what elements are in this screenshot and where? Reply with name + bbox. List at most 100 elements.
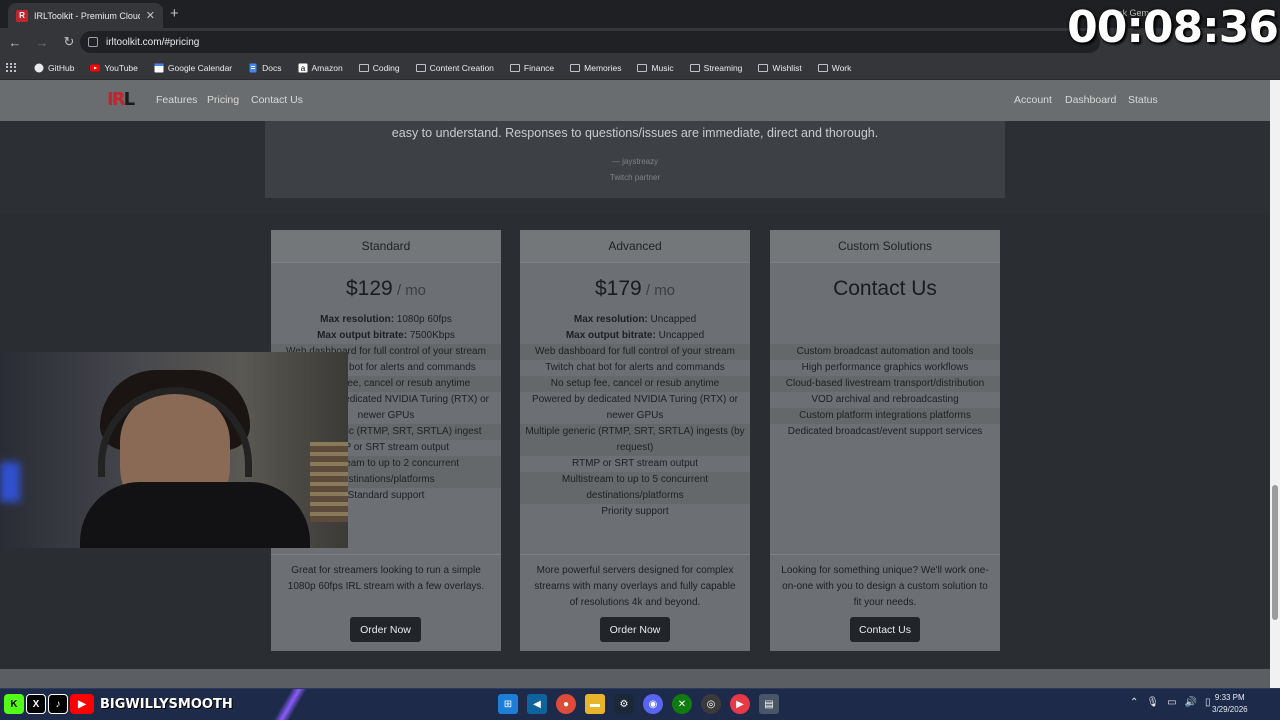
app-icon[interactable]: ▤ xyxy=(759,694,779,714)
forward-arrow-icon[interactable]: → xyxy=(30,35,54,50)
nav-account-link[interactable]: Account xyxy=(1014,94,1052,106)
taskbar-clock[interactable]: 9:33 PM 3/29/2026 xyxy=(1212,692,1248,716)
file-explorer-icon[interactable]: ▬ xyxy=(585,694,605,714)
nav-status-link[interactable]: Status xyxy=(1128,94,1158,106)
browser-tab[interactable]: R IRLToolkit - Premium Cloud Str... ✕ xyxy=(8,3,163,28)
feature-item: Cloud-based livestream transport/distrib… xyxy=(770,376,1000,392)
url-text[interactable]: irltoolkit.com/#pricing xyxy=(106,37,199,48)
bookmark-folder-coding[interactable]: Coding xyxy=(353,58,406,78)
scrollbar-thumb[interactable] xyxy=(1272,485,1278,620)
plan-description: Looking for something unique? We'll work… xyxy=(770,554,1000,611)
plan-name: Custom Solutions xyxy=(770,230,1000,263)
feature-item: Priority support xyxy=(601,506,669,517)
youtube-icon xyxy=(90,64,101,71)
vscode-icon[interactable]: ◀ xyxy=(527,694,547,714)
nav-pricing-link[interactable]: Pricing xyxy=(207,94,239,106)
max-resolution: Max resolution: Uncapped xyxy=(573,314,697,325)
plan-description: More powerful servers designed for compl… xyxy=(520,554,750,611)
network-icon[interactable]: ▭ xyxy=(1167,697,1176,708)
feature-item: Dedicated broadcast/event support servic… xyxy=(787,426,983,437)
max-resolution: Max resolution: 1080p 60fps xyxy=(320,314,452,325)
chevron-up-icon[interactable]: ⌃ xyxy=(1130,697,1138,708)
stream-timer: 00:08:36 xyxy=(1067,2,1279,53)
address-bar[interactable]: irltoolkit.com/#pricing xyxy=(80,31,1100,53)
nav-contact-link[interactable]: Contact Us xyxy=(251,94,303,106)
streamer-handle: BIGWILLYSMOOTH xyxy=(100,696,233,712)
bookmark-folder-streaming[interactable]: Streaming xyxy=(684,58,749,78)
bookmark-google-calendar[interactable]: Google Calendar xyxy=(148,58,238,78)
pricing-card-custom: Custom Solutions Contact Us Custom broad… xyxy=(770,230,1000,651)
bookmark-label: Streaming xyxy=(703,62,743,73)
bookmark-label: Finance xyxy=(523,62,555,73)
feature-list: Web dashboard for full control of your s… xyxy=(520,344,750,520)
docs-icon xyxy=(249,63,257,72)
feature-item: No setup fee, cancel or resub anytime xyxy=(520,376,750,392)
feature-item: Multistream to up to 5 concurrent destin… xyxy=(520,472,750,504)
feature-item: Twitch chat bot for alerts and commands xyxy=(545,362,725,373)
max-bitrate: Max output bitrate: 7500Kbps xyxy=(317,330,455,341)
pricing-card-advanced: Advanced $179 / mo Max resolution: Uncap… xyxy=(520,230,750,651)
folder-icon xyxy=(758,63,769,72)
feature-item: Custom broadcast automation and tools xyxy=(770,344,1000,360)
apps-grid-icon[interactable] xyxy=(6,62,16,73)
bookmark-label: Content Creation xyxy=(429,62,494,73)
page-scrollbar[interactable] xyxy=(1270,80,1280,688)
bookmark-folder-finance[interactable]: Finance xyxy=(504,58,560,78)
testimonial-role: Twitch partner xyxy=(609,173,661,182)
steam-icon[interactable]: ⚙ xyxy=(614,694,634,714)
windows-start-icon[interactable]: ⊞ xyxy=(498,694,518,714)
volume-icon[interactable]: 🔊 xyxy=(1185,697,1197,708)
folder-icon xyxy=(817,63,828,72)
order-now-button[interactable]: Order Now xyxy=(350,617,421,642)
bookmark-docs[interactable]: Docs xyxy=(242,58,287,78)
xbox-icon[interactable]: ✕ xyxy=(672,694,692,714)
plan-description: Great for streamers looking to run a sim… xyxy=(271,554,501,595)
battery-icon[interactable]: ▯ xyxy=(1205,697,1211,708)
bookmark-label: GitHub xyxy=(48,62,75,73)
system-tray: ⌃ 🎙 ▭ 🔊 ▯ xyxy=(1130,697,1211,708)
bookmark-folder-memories[interactable]: Memories xyxy=(564,58,627,78)
bookmark-label: Docs xyxy=(262,62,282,73)
bookmark-label: Amazon xyxy=(311,62,343,73)
plan-price: $179 / mo xyxy=(594,277,676,300)
feature-item: Multiple generic (RTMP, SRT, SRTLA) inge… xyxy=(520,424,750,456)
site-info-icon[interactable] xyxy=(88,37,98,47)
order-now-button[interactable]: Order Now xyxy=(600,617,670,642)
kick-icon: K xyxy=(4,694,24,714)
bookmark-folder-music[interactable]: Music xyxy=(631,58,679,78)
x-icon: X xyxy=(26,694,46,714)
tab-title: IRLToolkit - Premium Cloud Str... xyxy=(34,10,140,21)
irl-logo[interactable]: IRL xyxy=(107,89,139,111)
reload-icon[interactable]: ↻ xyxy=(57,34,81,50)
testimonial-quote: easy to understand. Responses to questio… xyxy=(391,126,879,140)
bookmark-youtube[interactable]: YouTube xyxy=(84,58,143,78)
nav-dashboard-link[interactable]: Dashboard xyxy=(1065,94,1116,106)
chrome-icon[interactable]: ● xyxy=(556,694,576,714)
nav-features-link[interactable]: Features xyxy=(156,94,197,106)
obs-icon[interactable]: ◎ xyxy=(701,694,721,714)
microphone-icon[interactable]: 🎙 xyxy=(1146,697,1159,708)
folder-icon xyxy=(509,63,520,72)
calendar-icon xyxy=(154,63,164,72)
clock-date: 3/29/2026 xyxy=(1212,705,1248,714)
close-icon[interactable]: ✕ xyxy=(146,9,155,22)
folder-icon xyxy=(570,63,581,72)
bookmark-amazon[interactable]: a Amazon xyxy=(292,58,349,78)
amazon-icon: a xyxy=(298,63,308,73)
plan-price: $129 / mo xyxy=(345,277,427,300)
windows-taskbar: K X ♪ ▶ BIGWILLYSMOOTH ⊞ ◀ ● ▬ ⚙ ◉ ✕ ◎ ▶… xyxy=(0,688,1280,720)
media-player-icon[interactable]: ▶ xyxy=(730,694,750,714)
screen: R IRLToolkit - Premium Cloud Str... ✕ + … xyxy=(0,0,1280,720)
back-arrow-icon[interactable]: ← xyxy=(3,35,27,50)
discord-icon[interactable]: ◉ xyxy=(643,694,663,714)
bookmark-folder-content-creation[interactable]: Content Creation xyxy=(410,58,500,78)
bookmark-folder-work[interactable]: Work xyxy=(812,58,858,78)
bookmark-label: Google Calendar xyxy=(167,62,233,73)
contact-us-button[interactable]: Contact Us xyxy=(850,617,920,642)
site-navbar: IRL Features Pricing Contact Us Account … xyxy=(0,80,1270,121)
bookmark-github[interactable]: GitHub xyxy=(28,58,80,78)
social-handle-overlay: K X ♪ ▶ BIGWILLYSMOOTH xyxy=(4,694,233,714)
folder-icon xyxy=(358,63,369,72)
bookmark-folder-wishlist[interactable]: Wishlist xyxy=(752,58,807,78)
new-tab-plus-icon[interactable]: + xyxy=(170,5,179,22)
